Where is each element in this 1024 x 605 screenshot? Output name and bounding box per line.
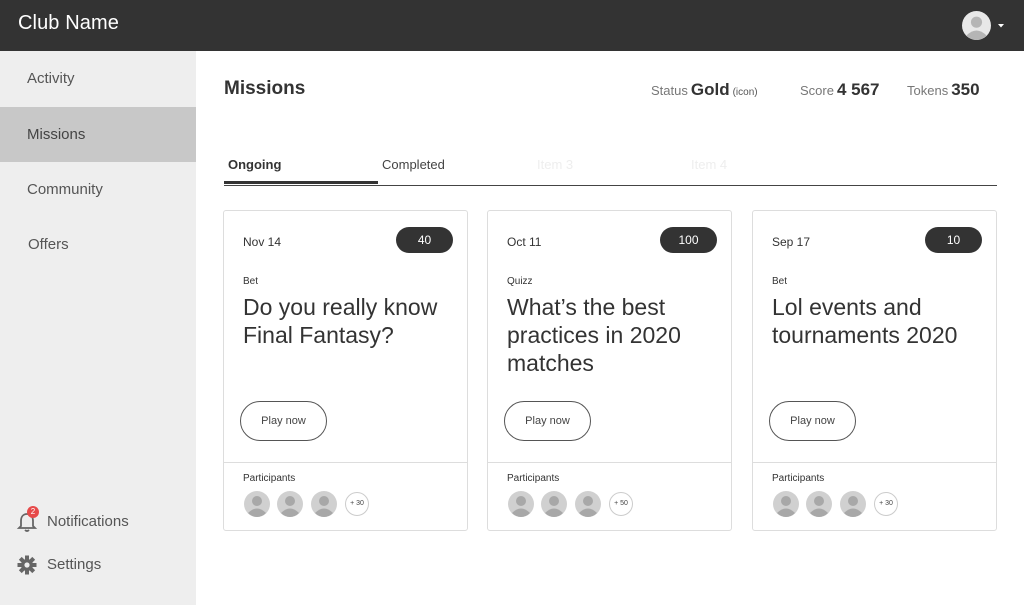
tokens-stat: Tokens 350	[907, 80, 980, 100]
mission-date: Oct 11	[507, 235, 542, 249]
mission-title: Do you really know Final Fantasy?	[243, 294, 438, 348]
user-menu[interactable]	[962, 11, 1008, 41]
status-stat: Status Gold (icon)	[651, 80, 758, 100]
gear-icon	[17, 555, 37, 575]
score-stat: Score 4 567	[800, 80, 880, 100]
tab-item-4[interactable]: Item 4	[691, 157, 727, 186]
participants-label: Participants	[772, 473, 825, 484]
club-name: Club Name	[18, 12, 119, 34]
top-bar: Club Name	[0, 0, 1024, 51]
mission-card: Nov 14 40 Bet Do you really know Final F…	[223, 210, 468, 531]
participant-avatar-icon	[541, 491, 567, 517]
play-now-button[interactable]: Play now	[504, 401, 591, 441]
tab-completed[interactable]: Completed	[382, 157, 445, 186]
participant-avatar-icon	[508, 491, 534, 517]
mission-date: Sep 17	[772, 235, 811, 249]
participants-label: Participants	[507, 473, 560, 484]
mission-card: Oct 11 100 Quizz What’s the best practic…	[487, 210, 732, 531]
points-badge: 100	[660, 227, 717, 253]
tokens-label: Tokens	[907, 83, 949, 98]
mission-tabs: Ongoing Completed Item 3 Item 4	[224, 150, 997, 186]
mission-date: Nov 14	[243, 235, 282, 249]
caret-down-icon[interactable]	[997, 23, 1005, 29]
mission-type: Bet	[772, 276, 788, 287]
notifications-label: Notifications	[47, 513, 129, 530]
status-icon-placeholder: (icon)	[732, 87, 758, 98]
score-value: 4 567	[836, 80, 880, 99]
status-label: Status	[651, 83, 688, 98]
sidebar-item-missions[interactable]: Missions	[0, 107, 196, 162]
participant-avatar-icon	[806, 491, 832, 517]
participant-avatar-icon	[311, 491, 337, 517]
sidebar-item-offers[interactable]: Offers	[0, 217, 196, 272]
tab-item-3[interactable]: Item 3	[537, 157, 573, 186]
sidebar-item-activity[interactable]: Activity	[0, 51, 196, 106]
score-label: Score	[800, 83, 834, 98]
settings-link[interactable]: Settings	[16, 552, 186, 578]
notification-count-badge: 2	[27, 506, 39, 518]
tokens-value: 350	[951, 80, 980, 99]
mission-title: Lol events and tournaments 2020	[772, 294, 958, 348]
sidebar: Activity Missions Community Offers 2 Not…	[0, 51, 196, 605]
play-now-button[interactable]: Play now	[240, 401, 327, 441]
sidebar-item-label: Offers	[28, 236, 69, 253]
sidebar-item-label: Missions	[27, 126, 86, 143]
user-avatar-icon[interactable]	[962, 11, 991, 40]
participants-more-count[interactable]: + 30	[345, 492, 369, 516]
participant-avatar-icon	[277, 491, 303, 517]
card-divider	[488, 462, 731, 463]
participant-avatar-icon	[575, 491, 601, 517]
card-divider	[224, 462, 467, 463]
mission-card: Sep 17 10 Bet Lol events and tournaments…	[752, 210, 997, 531]
notifications-link[interactable]: 2 Notifications	[16, 506, 186, 535]
active-tab-indicator	[224, 181, 378, 184]
mission-title: What’s the best practices in 2020 matche…	[507, 294, 681, 376]
sidebar-item-label: Activity	[27, 70, 75, 87]
mission-type: Bet	[243, 276, 259, 287]
play-now-button[interactable]: Play now	[769, 401, 856, 441]
sidebar-item-community[interactable]: Community	[0, 162, 196, 217]
page-title: Missions	[224, 78, 306, 99]
participant-avatar-icon	[840, 491, 866, 517]
points-badge: 40	[396, 227, 453, 253]
points-badge: 10	[925, 227, 982, 253]
participant-avatar-icon	[244, 491, 270, 517]
participants-more-count[interactable]: + 30	[874, 492, 898, 516]
status-value: Gold	[690, 80, 730, 99]
participant-avatar-icon	[773, 491, 799, 517]
card-divider	[753, 462, 996, 463]
settings-label: Settings	[47, 556, 102, 573]
sidebar-item-label: Community	[27, 181, 103, 198]
mission-type: Quizz	[507, 276, 533, 287]
participants-more-count[interactable]: + 50	[609, 492, 633, 516]
participants-label: Participants	[243, 473, 296, 484]
